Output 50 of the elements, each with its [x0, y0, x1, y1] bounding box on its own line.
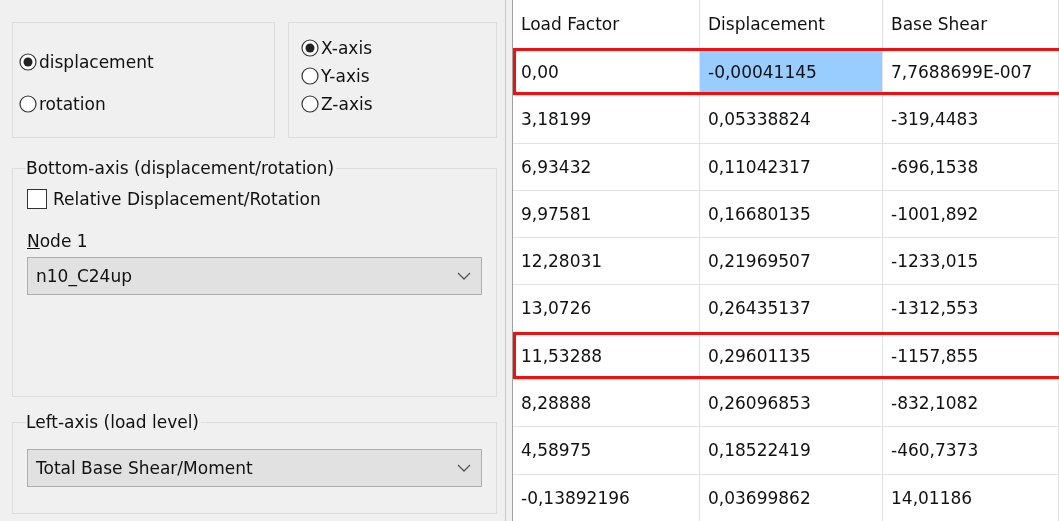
column-header[interactable]: Base Shear	[883, 0, 1059, 48]
radio-label[interactable]: X-axis	[321, 34, 372, 62]
table-cell: 0,16680135	[700, 190, 883, 238]
table-cell: 11,53288	[513, 332, 700, 380]
node-label: Node 1	[27, 230, 89, 253]
checkbox-label[interactable]: Relative Displacement/Rotation	[53, 189, 321, 209]
table-cell: 7,7688699E-007	[883, 49, 1059, 96]
caret-icon	[457, 272, 471, 280]
table-cell: -1312,553	[883, 285, 1059, 332]
table-cell: -319,4483	[883, 96, 1059, 143]
radio-label[interactable]: Y-axis	[321, 62, 370, 90]
table-cell: 0,03699862	[700, 474, 883, 521]
radio-icon[interactable]	[301, 95, 319, 113]
table-cell: -1001,892	[883, 190, 1059, 238]
table-cell: 3,18199	[513, 96, 700, 143]
node-dropdown[interactable]: n10_C24up	[27, 257, 482, 295]
caret-icon	[457, 464, 471, 472]
table-cell: -1157,855	[883, 332, 1059, 380]
radio-icon[interactable]	[301, 39, 319, 57]
table-cell: 0,26435137	[700, 285, 883, 332]
table-cell: -696,1538	[883, 143, 1059, 190]
column-header[interactable]: Displacement	[700, 0, 883, 48]
load-dropdown[interactable]: Total Base Shear/Moment	[27, 449, 482, 487]
group-title: Left-axis (load level)	[26, 411, 201, 433]
radio-label[interactable]: Z-axis	[321, 90, 373, 118]
radio-label[interactable]: displacement	[39, 48, 154, 76]
table-cell: 14,01186	[883, 474, 1059, 521]
radio-icon[interactable]	[301, 67, 319, 85]
table-cell: 4,58975	[513, 427, 700, 474]
checkbox[interactable]	[27, 189, 47, 209]
table-cell: 8,28888	[513, 380, 700, 427]
table-cell: 0,11042317	[700, 143, 883, 190]
table-cell: 0,18522419	[700, 427, 883, 474]
table-cell: 0,26096853	[700, 380, 883, 427]
table-cell: -0,13892196	[513, 474, 700, 521]
table-cell: 0,29601135	[700, 332, 883, 380]
table-cell: 12,28031	[513, 238, 700, 285]
table-cell: -1233,015	[883, 238, 1059, 285]
table-cell: 0,21969507	[700, 238, 883, 285]
table-cell: 6,93432	[513, 143, 700, 190]
table-cell: -832,1082	[883, 380, 1059, 427]
radio-label[interactable]: rotation	[39, 90, 106, 118]
table-cell: 13,0726	[513, 285, 700, 332]
group-title: Bottom-axis (displacement/rotation)	[26, 157, 337, 179]
column-header[interactable]: Load Factor	[513, 0, 700, 48]
radio-icon[interactable]	[19, 95, 37, 113]
table-cell: 9,97581	[513, 190, 700, 238]
table-cell: 0,05338824	[700, 96, 883, 143]
radio-icon[interactable]	[19, 53, 37, 71]
table-cell: -460,7373	[883, 427, 1059, 474]
